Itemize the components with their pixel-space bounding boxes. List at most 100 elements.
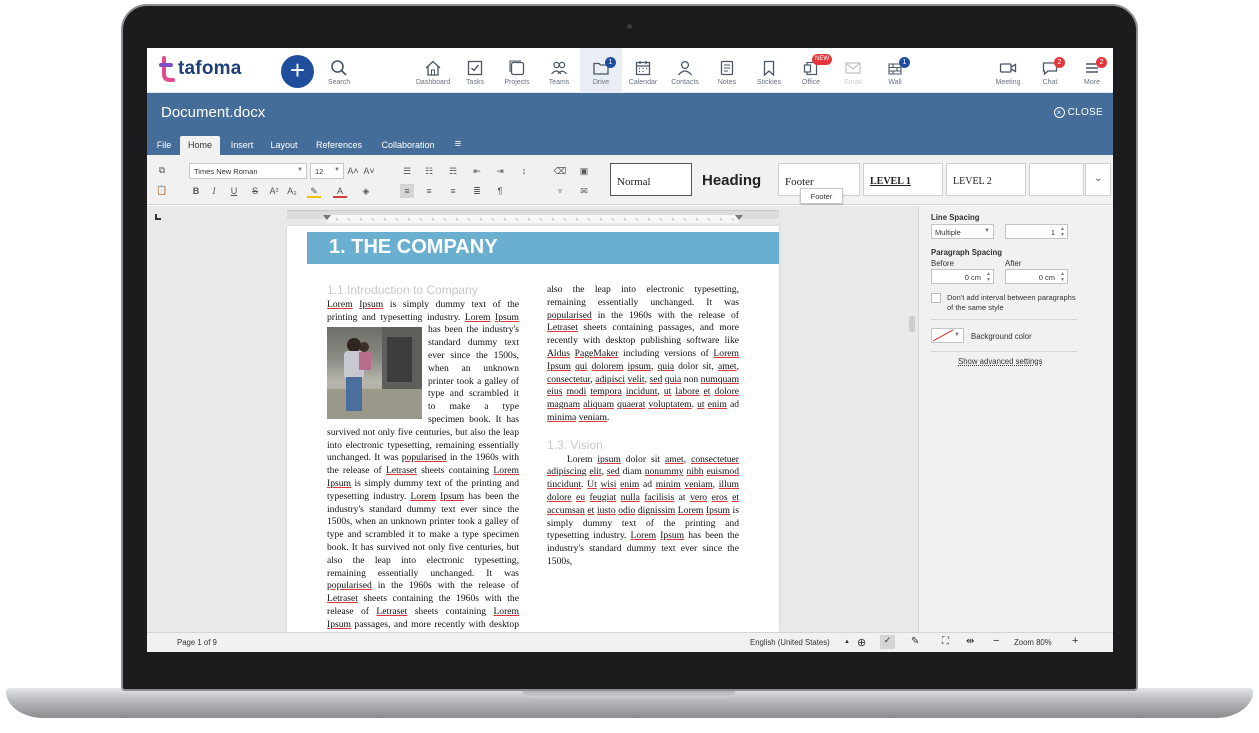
pilcrow-icon[interactable]: ¶ (493, 184, 507, 198)
chevron-up-icon[interactable]: ▲ (844, 639, 850, 645)
tab-references[interactable]: References (313, 136, 365, 155)
track-changes-icon[interactable]: ✎ (911, 636, 919, 647)
vertical-scrollbar[interactable] (909, 316, 915, 332)
line-spacing-icon[interactable]: ↕ (517, 164, 531, 178)
divider (931, 319, 1077, 320)
mail-merge-icon[interactable]: ✉ (577, 184, 591, 198)
horizontal-ruler[interactable] (287, 210, 779, 223)
align-justify-icon[interactable]: ≣ (470, 184, 484, 198)
tab-file[interactable]: File (155, 136, 173, 155)
spinner-icon[interactable]: ▲ ▼ (1060, 271, 1065, 283)
tab-layout[interactable]: Layout (267, 136, 301, 155)
copy-icon[interactable]: ⧉ (155, 163, 169, 177)
decrease-font-icon[interactable]: A˅ (362, 164, 376, 178)
nav-item-office[interactable]: NEW Office (790, 48, 832, 93)
numbered-list-icon[interactable]: ☷ (422, 164, 436, 178)
style-level-2-label: LEVEL 2 (953, 176, 992, 187)
style-empty[interactable] (1029, 163, 1084, 196)
clear-format-icon[interactable]: ⌫ (553, 164, 567, 178)
nav-item-more[interactable]: 2 More (1071, 48, 1113, 93)
nav-item-dashboard[interactable]: Dashboard (412, 48, 454, 93)
nav-item-stickies[interactable]: Stickies (748, 48, 790, 93)
nav-item-drive[interactable]: 1 Drive (580, 48, 622, 93)
show-advanced-settings-link[interactable]: Show advanced settings (958, 357, 1043, 366)
style-heading[interactable]: Heading (695, 163, 775, 196)
align-center-icon[interactable]: ≡ (422, 184, 436, 198)
font-size-select[interactable]: 12 ▼ (310, 163, 344, 179)
tab-stop-icon[interactable] (155, 214, 161, 220)
spacing-after-input[interactable]: 0 cm ▲ ▼ (1005, 269, 1068, 284)
nav-item-teams[interactable]: Teams (538, 48, 580, 93)
chat-badge: 2 (1054, 57, 1065, 68)
fit-page-icon[interactable]: ⛶ (942, 636, 949, 647)
spacing-before-input[interactable]: 0 cm ▲ ▼ (931, 269, 994, 284)
background-color-picker[interactable]: ▼ (931, 328, 964, 343)
dont-add-interval-checkbox[interactable] (931, 293, 941, 303)
zoom-out-icon[interactable]: − (993, 635, 999, 647)
spinner-icon[interactable]: ▲ ▼ (1060, 226, 1065, 238)
tab-insert[interactable]: Insert (227, 136, 257, 155)
language-select[interactable]: English (United States) (750, 638, 830, 647)
decrease-indent-icon[interactable]: ⇤ (470, 164, 484, 178)
align-right-icon[interactable]: ≡ (446, 184, 460, 198)
search-nav[interactable]: Search (318, 48, 360, 93)
nav-item-tasks[interactable]: Tasks (454, 48, 496, 93)
nav-item-calendar[interactable]: Calendar (622, 48, 664, 93)
strikethrough-icon[interactable]: S (248, 184, 262, 198)
add-button[interactable]: + (281, 55, 314, 88)
close-document-button[interactable]: × CLOSE (1053, 107, 1103, 118)
superscript-icon[interactable]: A² (267, 184, 281, 198)
column-2[interactable]: also the leap into electronic typesettin… (547, 284, 739, 569)
font-size-value: 12 (315, 167, 324, 176)
line-spacing-value-input[interactable]: 1 ▲ ▼ (1005, 224, 1068, 239)
style-level-2[interactable]: LEVEL 2 (946, 163, 1026, 196)
close-icon: × (1053, 107, 1065, 118)
style-tooltip: Footer (800, 188, 843, 204)
zoom-in-icon[interactable]: + (1072, 635, 1078, 647)
copy-style-icon[interactable]: ♆ (553, 184, 567, 198)
bullet-list-icon[interactable]: ☰ (400, 164, 414, 178)
font-name-select[interactable]: Times New Roman ▼ (189, 163, 307, 179)
tab-collaboration[interactable]: Collaboration (377, 136, 439, 155)
italic-icon[interactable]: I (207, 184, 221, 198)
highlight-icon[interactable]: ✎ (307, 184, 321, 198)
paste-icon[interactable]: 📋 (155, 183, 169, 197)
globe-icon[interactable]: ⊕ (857, 636, 866, 649)
font-color-icon[interactable]: A (333, 184, 347, 198)
increase-font-icon[interactable]: A˄ (346, 164, 360, 178)
camera (627, 24, 632, 29)
subscript-icon[interactable]: A₂ (285, 184, 299, 198)
nav-item-wall[interactable]: 1 Wall (874, 48, 916, 93)
nav-item-notes[interactable]: Notes (706, 48, 748, 93)
document-page[interactable]: 1. THE COMPANY 1.1.Introduction to Compa… (287, 226, 779, 632)
photo-image (327, 327, 422, 420)
nav-label: Tasks (466, 79, 484, 86)
column-1[interactable]: 1.1.Introduction to Company Lorem Ipsum … (327, 284, 519, 632)
nav-item-meeting[interactable]: Meeting (987, 48, 1029, 93)
background-color-label: Background color (971, 332, 1032, 341)
spellcheck-icon[interactable]: ✓ (880, 635, 895, 649)
multilevel-list-icon[interactable]: ☴ (446, 164, 460, 178)
style-level-1[interactable]: LEVEL 1 (863, 163, 943, 196)
more-tabs-icon[interactable]: ≡ (451, 136, 465, 155)
nav-label: Teams (548, 79, 570, 86)
fit-width-icon[interactable]: ⇹ (966, 636, 974, 647)
spinner-icon[interactable]: ▲ ▼ (986, 271, 991, 283)
increase-indent-icon[interactable]: ⇥ (493, 164, 507, 178)
contact-icon (677, 60, 693, 76)
bold-icon[interactable]: B (189, 184, 203, 198)
section-heading: 1.3. Vision (547, 437, 603, 452)
align-left-icon[interactable]: ≡ (400, 184, 414, 198)
styles-expand-button[interactable]: ⌄ (1085, 163, 1111, 196)
nav-item-chat[interactable]: 2 Chat (1029, 48, 1071, 93)
paint-bucket-icon[interactable]: ◈ (359, 184, 373, 198)
style-normal[interactable]: Normal (610, 163, 692, 196)
underline-icon[interactable]: U (227, 184, 241, 198)
shading-icon[interactable]: ▣ (577, 164, 591, 178)
tafoma-logo[interactable]: tafoma (159, 56, 242, 82)
nav-item-contacts[interactable]: Contacts (664, 48, 706, 93)
tab-home[interactable]: Home (180, 136, 220, 155)
nav-item-projects[interactable]: Projects (496, 48, 538, 93)
line-spacing-mode-select[interactable]: Multiple ▼ (931, 224, 994, 239)
nav-item-email[interactable]: Email (832, 48, 874, 93)
